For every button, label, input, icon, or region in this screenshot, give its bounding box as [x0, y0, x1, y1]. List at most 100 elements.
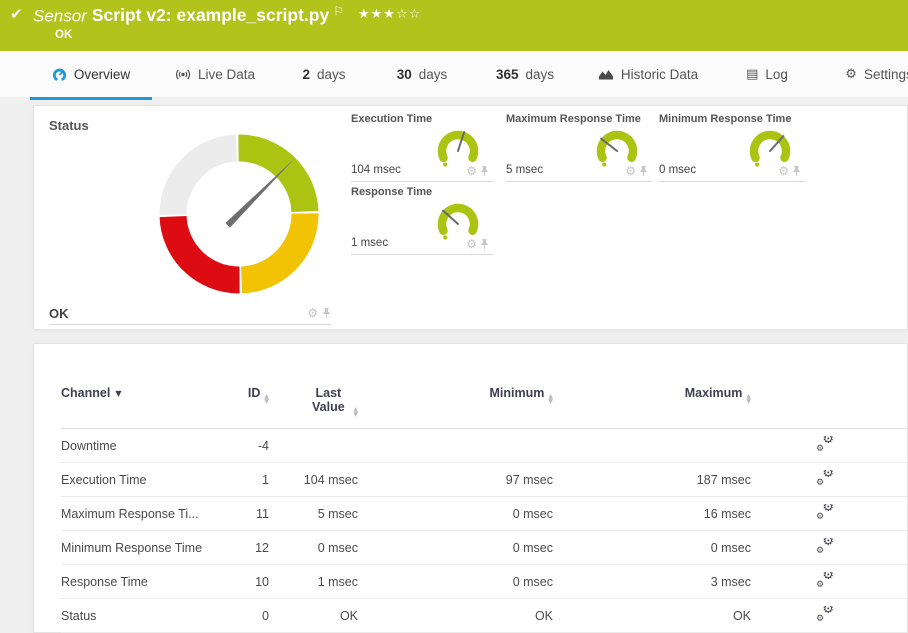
pin-icon[interactable] [639, 166, 648, 177]
status-check-icon: ✔ [10, 5, 23, 23]
gauge-panel-maximum-response-time: Maximum Response Time 5 msec ⚙ [506, 113, 652, 182]
channel-settings-icon[interactable]: ⚙⚙ [816, 606, 834, 622]
cell-maximum: 3 msec [553, 575, 751, 589]
cell-minimum: 0 msec [358, 507, 553, 521]
channel-settings-icon[interactable]: ⚙⚙ [816, 470, 834, 486]
priority-stars[interactable]: ★★★☆☆ [358, 7, 421, 22]
channel-settings-icon[interactable]: ⚙⚙ [816, 572, 834, 588]
stars-filled[interactable]: ★★★ [358, 7, 396, 22]
tab-log[interactable]: ▤ Log [746, 51, 788, 97]
column-header-id[interactable]: ID▲▼ [239, 386, 269, 404]
pin-icon[interactable] [480, 239, 489, 250]
table-header-row: Channel ▼ ID▲▼ Last Value▲▼ Minimum▲▼ Max… [61, 344, 907, 429]
status-gauge-footer: OK ⚙ [49, 302, 331, 325]
channels-table: Channel ▼ ID▲▼ Last Value▲▼ Minimum▲▼ Max… [61, 344, 907, 633]
cell-maximum: 187 msec [553, 473, 751, 487]
sort-arrows-icon: ▲▼ [353, 408, 358, 417]
tab-number: 2 [302, 67, 310, 82]
gauge-title: Minimum Response Time [659, 113, 791, 125]
tab-overview[interactable]: Overview [30, 51, 152, 100]
column-header-minimum[interactable]: Minimum▲▼ [358, 386, 553, 404]
gauge-value: 0 msec [659, 164, 696, 176]
priority-flag-icon[interactable]: ⚐ [333, 4, 344, 18]
channel-settings-icon[interactable]: ⚙⚙ [816, 538, 834, 554]
cell-channel: Execution Time [61, 473, 239, 487]
cell-channel: Response Time [61, 575, 239, 589]
gear-icon[interactable]: ⚙ [307, 307, 318, 319]
tab-label: Settings [864, 67, 908, 82]
tab-live-data[interactable]: Live Data [163, 51, 267, 97]
table-row: Execution Time 1 104 msec 97 msec 187 ms… [61, 463, 907, 497]
column-header-channel[interactable]: Channel ▼ [61, 386, 239, 400]
cell-maximum: OK [553, 609, 751, 623]
tab-label: days [317, 67, 346, 82]
cell-channel: Downtime [61, 439, 239, 453]
cell-id: 12 [239, 541, 269, 555]
gear-icon[interactable]: ⚙ [625, 165, 636, 177]
tab-number: 365 [496, 67, 519, 82]
status-gauge [154, 129, 324, 299]
log-icon: ▤ [746, 67, 758, 82]
tab-label: days [419, 67, 448, 82]
cell-id: 10 [239, 575, 269, 589]
sensor-header: ✔ Sensor Script v2: example_script.py ⚐ ★★★… [0, 0, 908, 51]
cell-last-value: 104 msec [269, 473, 358, 487]
gear-icon: ⚙ [845, 67, 857, 82]
channel-settings-icon[interactable]: ⚙⚙ [816, 436, 834, 452]
stars-empty[interactable]: ☆☆ [396, 7, 421, 22]
cell-id: -4 [239, 439, 269, 453]
page-title: Script v2: example_script.py [92, 5, 329, 25]
gauge-title: Execution Time [351, 113, 432, 125]
tab-30-days[interactable]: 30 days [392, 51, 452, 97]
sort-caret-icon: ▼ [115, 389, 121, 398]
object-kind-label: Sensor [33, 6, 87, 25]
cell-id: 11 [239, 507, 269, 521]
pin-icon[interactable] [322, 308, 331, 319]
cell-channel: Status [61, 609, 239, 623]
cell-minimum: 0 msec [358, 575, 553, 589]
tab-label: Live Data [198, 67, 255, 82]
cell-last-value: OK [269, 609, 358, 623]
cell-last-value: 0 msec [269, 541, 358, 555]
tab-2-days[interactable]: 2 days [298, 51, 350, 97]
gear-icon[interactable]: ⚙ [466, 238, 477, 250]
table-row: Minimum Response Time 12 0 msec 0 msec 0… [61, 531, 907, 565]
column-header-last-value[interactable]: Last Value▲▼ [269, 386, 358, 417]
gauge-value: 5 msec [506, 164, 543, 176]
tab-label: Historic Data [621, 67, 698, 82]
tab-historic-data[interactable]: Historic Data [596, 51, 700, 97]
gauge-icon [52, 67, 67, 82]
sort-arrows-icon: ▲▼ [746, 395, 751, 404]
sensor-status-badge: OK [55, 29, 72, 41]
gauge-value: 1 msec [351, 237, 388, 249]
cell-last-value: 1 msec [269, 575, 358, 589]
table-row: Downtime -4 ⚙⚙ [61, 429, 907, 463]
tab-settings[interactable]: ⚙ Settings [839, 51, 908, 97]
channels-table-card: Channel ▼ ID▲▼ Last Value▲▼ Minimum▲▼ Max… [33, 343, 908, 633]
gauge-needle [225, 157, 296, 228]
sensor-title-line: Sensor Script v2: example_script.py ⚐ ★★★☆☆ [33, 4, 421, 26]
tab-365-days[interactable]: 365 days [491, 51, 559, 97]
pin-icon[interactable] [480, 166, 489, 177]
table-row: Maximum Response Ti... 11 5 msec 0 msec … [61, 497, 907, 531]
status-gauge-title: Status [49, 118, 89, 133]
status-gauge-value: OK [49, 306, 69, 321]
cell-maximum: 0 msec [553, 541, 751, 555]
gauge-panel-minimum-response-time: Minimum Response Time 0 msec ⚙ [659, 113, 805, 182]
tab-label: Log [765, 67, 788, 82]
gauge-panel-response-time: Response Time 1 msec ⚙ [351, 186, 493, 255]
cell-channel: Maximum Response Ti... [61, 507, 239, 521]
tab-label: Overview [74, 67, 130, 82]
tab-bar: Overview Live Data 2 days 30 days 365 da… [0, 51, 908, 97]
broadcast-icon [175, 68, 191, 81]
channel-settings-icon[interactable]: ⚙⚙ [816, 504, 834, 520]
cell-minimum: OK [358, 609, 553, 623]
pin-icon[interactable] [792, 166, 801, 177]
column-label: Channel [61, 386, 110, 400]
cell-maximum: 16 msec [553, 507, 751, 521]
column-header-maximum[interactable]: Maximum▲▼ [553, 386, 751, 404]
gear-icon[interactable]: ⚙ [778, 165, 789, 177]
gauge-value: 104 msec [351, 164, 401, 176]
tab-number: 30 [397, 67, 412, 82]
gear-icon[interactable]: ⚙ [466, 165, 477, 177]
